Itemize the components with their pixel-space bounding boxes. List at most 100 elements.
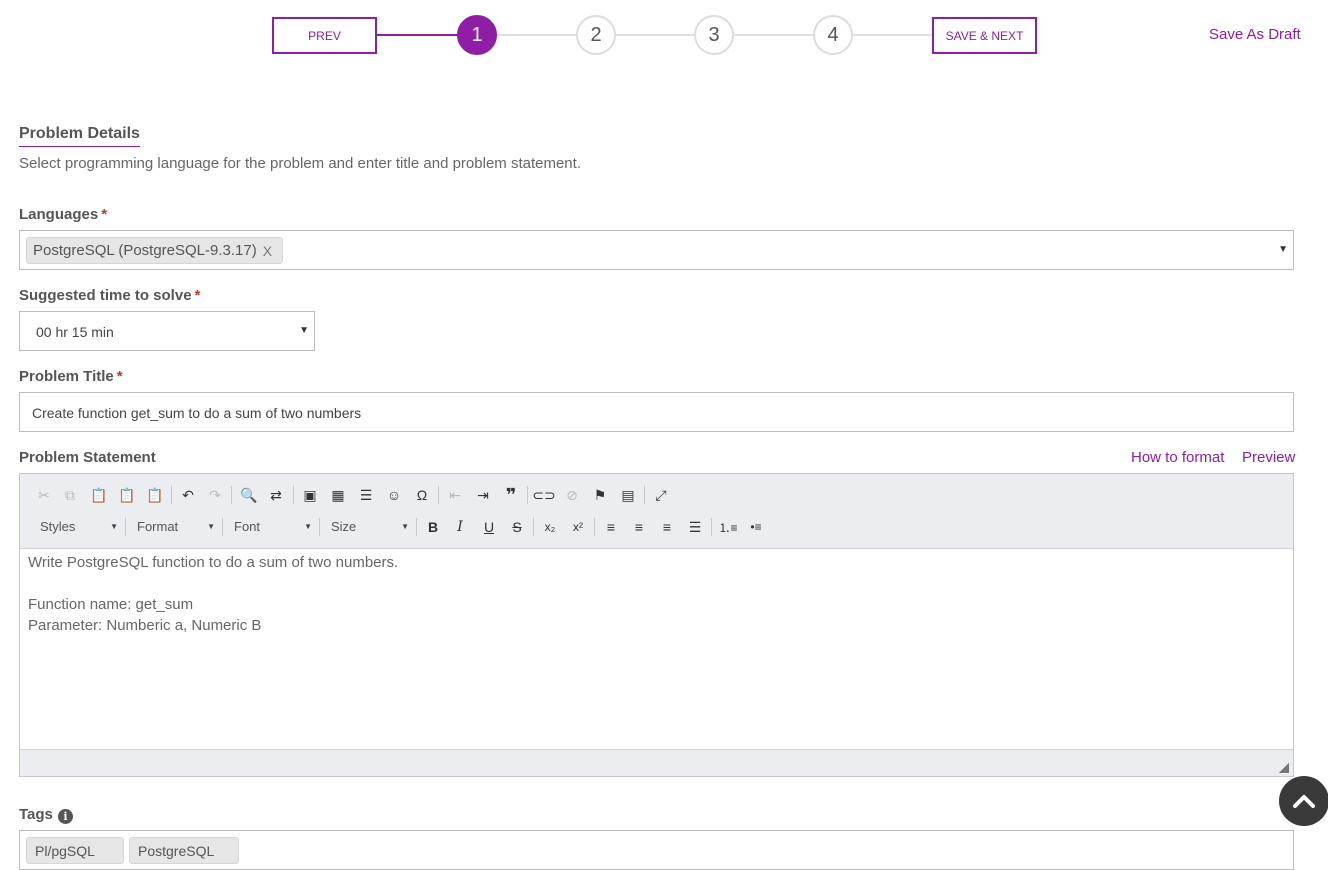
scroll-to-top-button[interactable]	[1279, 776, 1328, 826]
anchor-flag-icon[interactable]: ⚑	[589, 484, 611, 506]
how-to-format-link[interactable]: How to format	[1131, 449, 1224, 466]
justify-icon[interactable]: ☰	[684, 516, 706, 538]
save-next-button[interactable]: SAVE & NEXT	[932, 17, 1037, 54]
cut-icon[interactable]: ✂	[33, 484, 55, 506]
styles-combo[interactable]: Styles ▼	[40, 516, 118, 538]
paste-text-icon[interactable]: 📋	[116, 484, 138, 506]
format-combo-label: Format	[137, 519, 179, 534]
blockquote-icon[interactable]: ❞	[500, 484, 522, 506]
bulleted-list-icon[interactable]: •≡	[745, 516, 767, 538]
required-mark: *	[101, 206, 108, 223]
step-connector	[852, 34, 934, 36]
toolbar-separator	[171, 486, 172, 504]
tags-label: Tags i	[19, 806, 73, 824]
prev-button[interactable]: PREV	[272, 17, 377, 54]
save-as-draft-link[interactable]: Save As Draft	[1209, 26, 1301, 43]
toolbar-separator	[533, 518, 534, 536]
statement-label: Problem Statement	[19, 449, 156, 466]
strikethrough-icon[interactable]: S	[506, 516, 528, 538]
chevron-down-icon: ▼	[207, 522, 215, 531]
undo-icon[interactable]: ↶	[177, 484, 199, 506]
toolbar-separator	[125, 518, 126, 536]
replace-icon[interactable]: ⇄	[265, 484, 287, 506]
toolbar-separator	[319, 518, 320, 536]
required-mark: *	[194, 287, 201, 304]
chevron-up-icon	[1293, 795, 1315, 808]
superscript-icon[interactable]: x²	[567, 516, 589, 538]
title-label-text: Problem Title	[19, 368, 114, 385]
smiley-icon[interactable]: ☺	[383, 484, 405, 506]
toolbar-separator	[711, 518, 712, 536]
section-description: Select programming language for the prob…	[19, 155, 581, 172]
editor-content[interactable]: Write PostgreSQL function to do a sum of…	[20, 550, 1293, 749]
unlink-icon[interactable]: ⊘	[561, 484, 583, 506]
step-4[interactable]: 4	[813, 15, 853, 55]
rich-text-editor: ✂ ⧉ 📋 📋 📋 ↶ ↷ 🔍 ⇄ ▣ ▦ ☰ ☺ Ω ⇤ ⇥ ❞ ⊂⊃ ⊘ ⚑…	[19, 473, 1294, 777]
align-right-icon[interactable]: ≡	[656, 516, 678, 538]
statement-line: Write PostgreSQL function to do a sum of…	[28, 554, 399, 571]
dropdown-caret-icon: ▼	[1278, 244, 1288, 255]
step-connector-active	[376, 34, 458, 36]
font-combo-label: Font	[234, 519, 261, 534]
tags-label-text: Tags	[19, 806, 53, 823]
step-2[interactable]: 2	[576, 15, 616, 55]
time-label: Suggested time to solve *	[19, 287, 200, 304]
align-left-icon[interactable]: ≡	[600, 516, 622, 538]
step-3[interactable]: 3	[694, 15, 734, 55]
italic-icon[interactable]: I	[449, 516, 471, 538]
statement-line: Function name: get_sum	[28, 596, 194, 613]
step-1[interactable]: 1	[457, 15, 497, 55]
info-icon[interactable]: i	[57, 809, 73, 824]
step-connector	[615, 34, 697, 36]
toolbar-separator	[231, 486, 232, 504]
image-icon[interactable]: ▣	[299, 484, 321, 506]
chevron-down-icon: ▼	[110, 522, 118, 531]
link-icon[interactable]: ⊂⊃	[532, 484, 555, 506]
step-connector	[733, 34, 815, 36]
underline-icon[interactable]: U	[478, 516, 500, 538]
size-combo[interactable]: Size ▼	[331, 516, 409, 538]
tag-chip: Pl/pgSQL	[26, 837, 124, 864]
toolbar-separator	[416, 518, 417, 536]
languages-label: Languages *	[19, 206, 107, 223]
editor-toolbar: ✂ ⧉ 📋 📋 📋 ↶ ↷ 🔍 ⇄ ▣ ▦ ☰ ☺ Ω ⇤ ⇥ ❞ ⊂⊃ ⊘ ⚑…	[20, 474, 1293, 549]
subscript-icon[interactable]: x₂	[539, 516, 561, 538]
paste-icon[interactable]: 📋	[88, 484, 110, 506]
time-select[interactable]: 00 hr 15 min ▼	[19, 311, 315, 351]
size-combo-label: Size	[331, 519, 357, 534]
special-char-icon[interactable]: Ω	[411, 484, 433, 506]
find-icon[interactable]: 🔍	[238, 484, 260, 506]
table-icon[interactable]: ▦	[327, 484, 349, 506]
toolbar-separator	[594, 518, 595, 536]
copy-icon[interactable]: ⧉	[59, 484, 81, 506]
numbered-list-icon[interactable]: ⒈≡	[717, 516, 739, 538]
preview-link[interactable]: Preview	[1242, 449, 1295, 466]
bold-icon[interactable]: B	[422, 516, 444, 538]
tag-chip: PostgreSQL	[129, 837, 239, 864]
outdent-icon[interactable]: ⇤	[444, 484, 466, 506]
format-combo[interactable]: Format ▼	[137, 516, 215, 538]
tags-input[interactable]: Pl/pgSQL PostgreSQL	[19, 830, 1294, 870]
toolbar-separator	[222, 518, 223, 536]
indent-icon[interactable]: ⇥	[472, 484, 494, 506]
required-mark: *	[116, 368, 123, 385]
languages-select[interactable]: PostgreSQL (PostgreSQL-9.3.17) X ▼	[19, 230, 1294, 270]
maximize-icon[interactable]: ⤢	[650, 484, 672, 506]
redo-icon[interactable]: ↷	[204, 484, 226, 506]
horizontal-rule-icon[interactable]: ☰	[355, 484, 377, 506]
problem-title-input[interactable]: Create function get_sum to do a sum of t…	[19, 392, 1294, 432]
title-label: Problem Title *	[19, 368, 123, 385]
toolbar-separator	[527, 486, 528, 504]
statement-line: Parameter: Numberic a, Numeric B	[28, 617, 262, 634]
resize-handle-icon[interactable]	[1279, 763, 1289, 773]
source-icon[interactable]: ▤	[617, 484, 639, 506]
font-combo[interactable]: Font ▼	[234, 516, 312, 538]
step-connector	[496, 34, 578, 36]
toolbar-separator	[293, 486, 294, 504]
dropdown-caret-icon: ▼	[299, 325, 309, 336]
toolbar-separator	[438, 486, 439, 504]
remove-language-icon[interactable]: X	[263, 243, 272, 259]
align-center-icon[interactable]: ≡	[628, 516, 650, 538]
paste-word-icon[interactable]: 📋	[144, 484, 166, 506]
statement-line	[28, 573, 1285, 594]
